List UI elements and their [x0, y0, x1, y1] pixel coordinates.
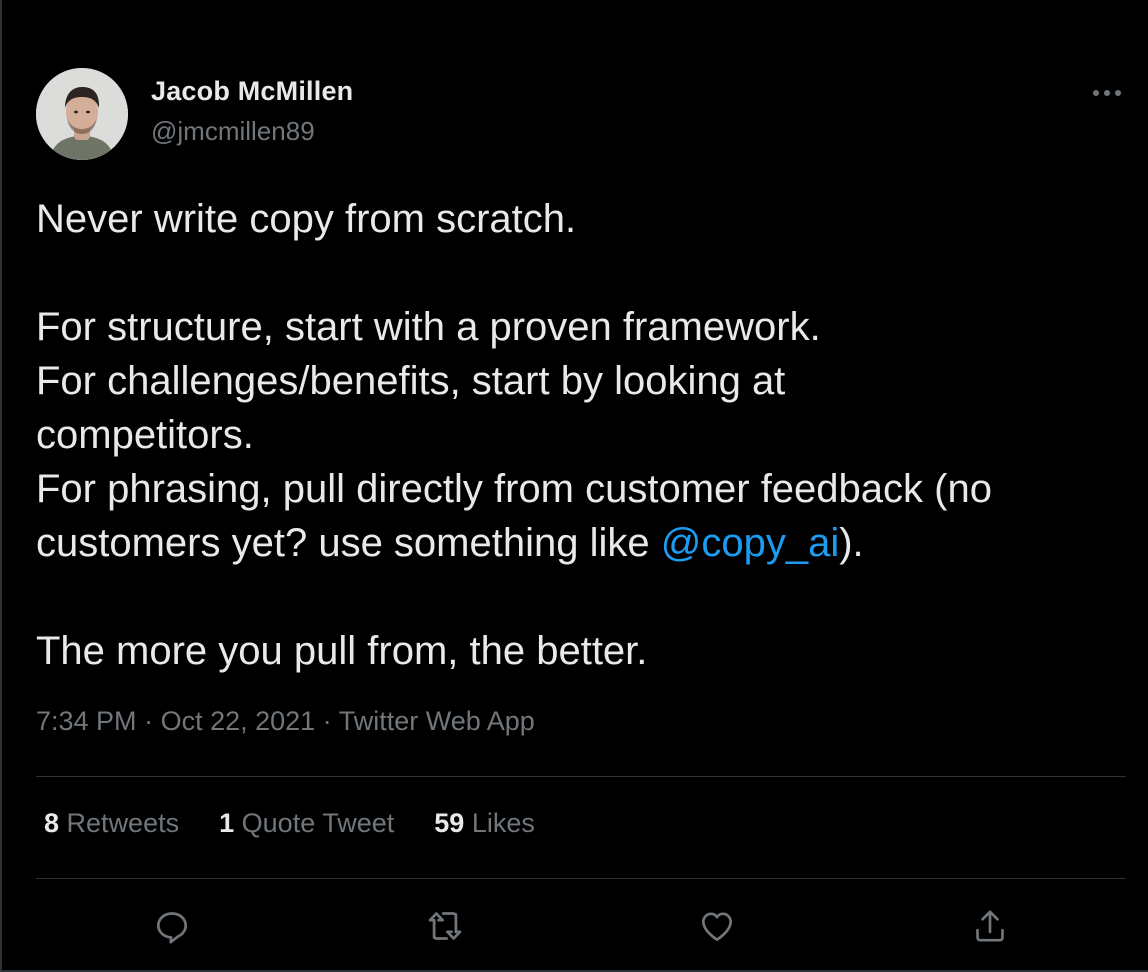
likes-count: 59: [434, 808, 465, 838]
quote-tweets-label: Quote Tweet: [241, 808, 395, 838]
reply-button[interactable]: [144, 898, 200, 954]
avatar[interactable]: [36, 68, 128, 160]
likes-stat[interactable]: 59 Likes: [434, 808, 535, 839]
tweet-date[interactable]: Oct 22, 2021: [161, 706, 316, 736]
retweet-button[interactable]: [417, 898, 473, 954]
retweets-stat[interactable]: 8 Retweets: [44, 808, 179, 839]
author-handle[interactable]: @jmcmillen89: [151, 116, 315, 147]
tweet-actions: [2, 898, 1148, 954]
tweet-meta: 7:34 PM · Oct 22, 2021 · Twitter Web App: [36, 706, 535, 737]
tweet-detail: Jacob McMillen @jmcmillen89 Never write …: [0, 0, 1148, 972]
tweet-line: customers yet? use something like @copy_…: [36, 516, 1126, 570]
tweet-line-text: customers yet? use something like: [36, 521, 661, 565]
divider: [36, 776, 1126, 777]
tweet-line: competitors.: [36, 413, 254, 457]
tweet-line: The more you pull from, the better.: [36, 629, 648, 673]
retweet-icon: [428, 912, 462, 940]
retweets-count: 8: [44, 808, 60, 838]
tweet-time[interactable]: 7:34 PM: [36, 706, 137, 736]
more-options-button[interactable]: [1084, 78, 1130, 108]
tweet-line: For phrasing, pull directly from custome…: [36, 467, 992, 511]
author-display-name[interactable]: Jacob McMillen: [151, 76, 353, 107]
reply-icon: [157, 912, 187, 944]
tweet-source[interactable]: Twitter Web App: [339, 706, 535, 736]
heart-icon: [702, 912, 732, 941]
tweet-line-text: ).: [839, 521, 864, 565]
tweet-line: For structure, start with a proven frame…: [36, 305, 821, 349]
mention-link[interactable]: @copy_ai: [661, 521, 839, 565]
tweet-line: For challenges/benefits, start by lookin…: [36, 359, 786, 403]
retweets-label: Retweets: [66, 808, 180, 838]
divider: [36, 878, 1126, 879]
meta-separator: ·: [315, 706, 339, 736]
quote-tweets-stat[interactable]: 1 Quote Tweet: [219, 808, 394, 839]
tweet-text: Never write copy from scratch. For struc…: [36, 192, 1126, 678]
avatar-image: [36, 68, 128, 160]
meta-separator: ·: [136, 706, 161, 736]
likes-label: Likes: [471, 808, 535, 838]
like-button[interactable]: [689, 898, 745, 954]
share-icon: [976, 910, 1004, 942]
more-horizontal-icon: [1093, 90, 1121, 96]
tweet-stats: 8 Retweets 1 Quote Tweet 59 Likes: [44, 808, 575, 839]
share-button[interactable]: [962, 898, 1018, 954]
tweet-line: Never write copy from scratch.: [36, 197, 577, 241]
quote-tweets-count: 1: [219, 808, 235, 838]
